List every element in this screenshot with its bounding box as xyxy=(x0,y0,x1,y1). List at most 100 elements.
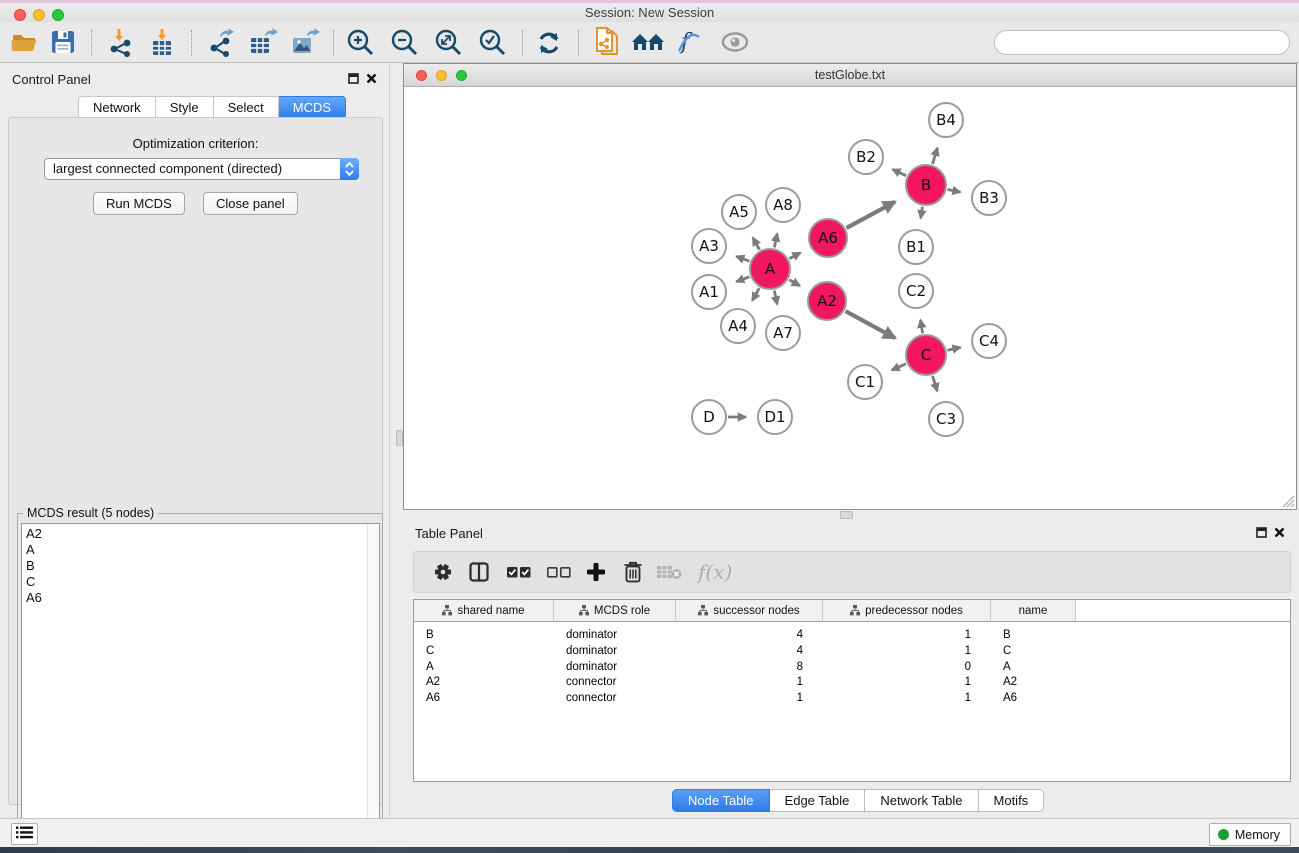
column-header-name[interactable]: name xyxy=(991,600,1076,622)
save-session-button[interactable] xyxy=(46,27,80,59)
graph-node-B3[interactable]: B3 xyxy=(972,181,1006,215)
resize-grip-icon[interactable] xyxy=(1279,492,1295,508)
new-network-from-selection-button[interactable] xyxy=(590,27,624,59)
graph-edge-A-A4[interactable] xyxy=(752,288,759,300)
search-input[interactable] xyxy=(994,30,1290,55)
zoom-in-button[interactable] xyxy=(344,27,378,59)
table-cell[interactable]: 1 xyxy=(823,690,971,706)
graph-node-C1[interactable]: C1 xyxy=(848,365,882,399)
graph-edge-A6-B[interactable] xyxy=(846,202,895,228)
graph-edge-A-A7[interactable] xyxy=(774,291,777,305)
graph-edge-A-A5[interactable] xyxy=(753,238,760,250)
zoom-fit-button[interactable] xyxy=(432,27,466,59)
graph-node-B[interactable]: B xyxy=(906,165,946,205)
mcds-result-item[interactable]: A6 xyxy=(22,590,379,606)
zoom-out-button[interactable] xyxy=(388,27,422,59)
network-window-titlebar[interactable]: testGlobe.txt xyxy=(404,64,1296,87)
close-network-button[interactable] xyxy=(416,70,427,81)
zoom-selected-button[interactable] xyxy=(476,27,510,59)
close-icon[interactable] xyxy=(1274,527,1285,538)
tab-edge-table[interactable]: Edge Table xyxy=(770,789,866,812)
graph-edge-B-B2[interactable] xyxy=(892,169,906,175)
task-history-button[interactable] xyxy=(11,823,38,845)
graph-edge-C-C4[interactable] xyxy=(947,347,960,350)
float-icon[interactable] xyxy=(1256,527,1267,538)
column-header-shared-name[interactable]: shared name xyxy=(414,600,554,622)
close-window-button[interactable] xyxy=(14,9,26,21)
column-header-MCDS-role[interactable]: MCDS role xyxy=(554,600,676,622)
column-header-predecessor-nodes[interactable]: predecessor nodes xyxy=(823,600,991,622)
graph-node-D[interactable]: D xyxy=(692,400,726,434)
delete-button[interactable] xyxy=(618,558,648,588)
table-cell[interactable]: connector xyxy=(566,690,668,706)
graph-node-B4[interactable]: B4 xyxy=(929,103,963,137)
table-cell[interactable]: A6 xyxy=(426,690,546,706)
graph-node-B2[interactable]: B2 xyxy=(849,140,883,174)
table-cell[interactable]: 1 xyxy=(823,643,971,659)
open-file-button[interactable] xyxy=(8,27,42,59)
run-mcds-button[interactable]: Run MCDS xyxy=(93,192,185,215)
mcds-result-item[interactable]: A xyxy=(22,542,379,558)
memory-button[interactable]: Memory xyxy=(1209,823,1291,846)
graph-node-B1[interactable]: B1 xyxy=(899,230,933,264)
close-icon[interactable] xyxy=(366,73,377,84)
settings-gear-button[interactable] xyxy=(428,558,458,588)
graph-node-C[interactable]: C xyxy=(906,335,946,375)
table-cell[interactable]: connector xyxy=(566,674,668,690)
graph-node-A7[interactable]: A7 xyxy=(766,316,800,350)
graph-edge-C-C3[interactable] xyxy=(933,376,938,391)
select-all-checkboxes-button[interactable] xyxy=(504,558,534,588)
add-column-button[interactable] xyxy=(581,558,611,588)
zoom-window-button[interactable] xyxy=(52,9,64,21)
hide-function-button[interactable]: f xyxy=(672,27,706,59)
export-image-button[interactable] xyxy=(288,27,322,59)
graph-node-A[interactable]: A xyxy=(750,249,790,289)
table-cell[interactable]: A xyxy=(426,659,546,675)
mcds-result-item[interactable]: B xyxy=(22,558,379,574)
mcds-result-item[interactable]: C xyxy=(22,574,379,590)
graph-node-A3[interactable]: A3 xyxy=(692,229,726,263)
graph-node-A1[interactable]: A1 xyxy=(692,275,726,309)
optimization-criterion-select[interactable]: largest connected component (directed) xyxy=(44,158,359,180)
scrollbar-track[interactable] xyxy=(367,524,379,850)
mcds-result-item[interactable]: A2 xyxy=(22,524,379,542)
table-cell[interactable]: dominator xyxy=(566,627,668,643)
graph-node-C4[interactable]: C4 xyxy=(972,324,1006,358)
horizontal-split-handle[interactable] xyxy=(840,511,853,519)
import-network-button[interactable] xyxy=(104,27,138,59)
show-graphics-button[interactable] xyxy=(718,27,752,59)
tab-motifs[interactable]: Motifs xyxy=(979,789,1045,812)
table-cell[interactable]: B xyxy=(1003,627,1068,643)
graph-node-A2[interactable]: A2 xyxy=(808,282,846,320)
table-cell[interactable]: C xyxy=(1003,643,1068,659)
table-cell[interactable]: 0 xyxy=(823,659,971,675)
minimize-window-button[interactable] xyxy=(33,9,45,21)
mcds-result-list[interactable]: A2ABCA6 xyxy=(21,523,380,851)
graph-node-C2[interactable]: C2 xyxy=(899,274,933,308)
graph-edge-A-A1[interactable] xyxy=(736,277,749,282)
graph-edge-B-B4[interactable] xyxy=(932,148,937,164)
graph-edge-A-A8[interactable] xyxy=(774,234,777,248)
graph-edge-C-C1[interactable] xyxy=(892,364,906,370)
vertical-split-handle[interactable] xyxy=(396,430,403,446)
tab-node-table[interactable]: Node Table xyxy=(672,789,770,812)
table-cell[interactable]: A2 xyxy=(426,674,546,690)
column-header-successor-nodes[interactable]: successor nodes xyxy=(676,600,823,622)
graph-node-A8[interactable]: A8 xyxy=(766,188,800,222)
graph-node-A4[interactable]: A4 xyxy=(721,309,755,343)
zoom-network-button[interactable] xyxy=(456,70,467,81)
tab-network[interactable]: Network xyxy=(78,96,156,119)
graph-node-D1[interactable]: D1 xyxy=(758,400,792,434)
table-cell[interactable]: C xyxy=(426,643,546,659)
minimize-network-button[interactable] xyxy=(436,70,447,81)
table-cell[interactable]: 4 xyxy=(676,643,803,659)
table-cell[interactable]: 8 xyxy=(676,659,803,675)
graph-node-C3[interactable]: C3 xyxy=(929,402,963,436)
graph-edge-A-A6[interactable] xyxy=(789,253,800,259)
table-cell[interactable]: dominator xyxy=(566,643,668,659)
node-table[interactable]: shared nameMCDS rolesuccessor nodesprede… xyxy=(413,599,1291,782)
graph-node-A5[interactable]: A5 xyxy=(722,195,756,229)
graph-edge-B-B1[interactable] xyxy=(921,207,923,218)
graph-edge-A-A3[interactable] xyxy=(736,256,749,261)
tab-style[interactable]: Style xyxy=(156,96,214,119)
